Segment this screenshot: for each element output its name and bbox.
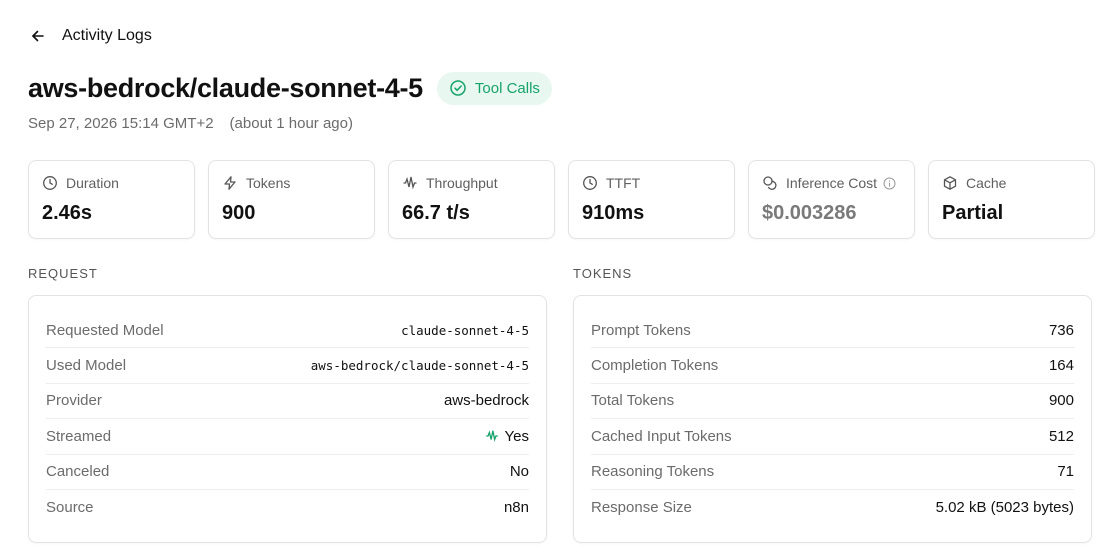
request-row-provider: Provider aws-bedrock [46, 384, 529, 420]
tokens-section-label: TOKENS [573, 266, 633, 281]
stats-row: Duration 2.46s Tokens 900 Throughput 66.… [28, 160, 1095, 239]
row-value: 164 [1048, 357, 1074, 375]
row-label: Streamed [46, 427, 112, 445]
tokens-row-completion: Completion Tokens 164 [591, 348, 1074, 384]
row-label: Source [46, 499, 94, 517]
tokens-row-reasoning: Reasoning Tokens 71 [591, 455, 1074, 490]
request-row-source: Source n8n [46, 490, 529, 525]
stat-value: 2.46s [42, 202, 93, 224]
row-label: Cached Input Tokens [591, 427, 732, 445]
stat-value: 66.7 t/s [402, 202, 470, 224]
info-icon[interactable] [883, 177, 896, 190]
stat-label: Cache [966, 175, 1007, 191]
stat-value: $0.003286 [762, 202, 857, 224]
audio-waveform-icon [485, 430, 498, 443]
row-label: Prompt Tokens [591, 321, 691, 339]
stat-value: 900 [222, 202, 256, 224]
stat-value: Partial [942, 202, 1004, 224]
stat-card-duration: Duration 2.46s [28, 160, 195, 239]
clock-icon [582, 175, 598, 191]
check-circle-icon [449, 79, 467, 97]
row-value: No [509, 463, 529, 481]
stat-label: Inference Cost [786, 175, 878, 191]
stat-card-inference-cost: Inference Cost $0.003286 [748, 160, 915, 239]
request-row-canceled: Canceled No [46, 455, 529, 490]
tokens-panel: Prompt Tokens 736 Completion Tokens 164 … [573, 295, 1092, 543]
tokens-row-cached-input: Cached Input Tokens 512 [591, 419, 1074, 455]
tokens-row-total: Total Tokens 900 [591, 384, 1074, 420]
row-label: Reasoning Tokens [591, 463, 715, 481]
row-label: Total Tokens [591, 392, 675, 410]
back-button[interactable] [28, 26, 48, 46]
coins-icon [762, 175, 778, 191]
tool-calls-badge: Tool Calls [436, 71, 552, 105]
row-label: Completion Tokens [591, 357, 719, 375]
stat-value: 910ms [582, 202, 645, 224]
tokens-row-prompt: Prompt Tokens 736 [591, 313, 1074, 349]
stat-label: Tokens [246, 175, 291, 191]
audio-waveform-icon [402, 175, 418, 191]
arrow-left-icon [32, 30, 44, 42]
row-value: aws-bedrock/claude-sonnet-4-5 [310, 358, 529, 374]
request-row-requested-model: Requested Model claude-sonnet-4-5 [46, 313, 529, 349]
row-value: n8n [503, 499, 529, 517]
row-label: Requested Model [46, 321, 164, 339]
page-title: aws-bedrock/claude-sonnet-4-5 [28, 72, 423, 103]
tokens-row-response-size: Response Size 5.02 kB (5023 bytes) [591, 490, 1074, 525]
row-value-wrap: Yes [485, 428, 529, 445]
box-icon [942, 175, 958, 191]
lightning-icon [222, 175, 238, 191]
top-bar: Activity Logs [28, 24, 152, 48]
clock-icon [42, 175, 58, 191]
request-section-label: REQUEST [28, 266, 98, 281]
stat-card-ttft: TTFT 910ms [568, 160, 735, 239]
title-row: aws-bedrock/claude-sonnet-4-5 Tool Calls [28, 70, 552, 106]
row-value: 71 [1057, 463, 1074, 481]
row-value: 900 [1048, 392, 1074, 410]
request-row-streamed: Streamed Yes [46, 419, 529, 455]
timestamp-date: Sep 27, 2026 15:14 GMT+2 [28, 115, 214, 132]
timestamp-relative: (about 1 hour ago) [229, 115, 353, 132]
row-label: Canceled [46, 463, 110, 481]
stat-label: Duration [66, 175, 119, 191]
stat-label: TTFT [606, 175, 641, 191]
row-value: aws-bedrock [443, 392, 529, 410]
row-value: claude-sonnet-4-5 [401, 322, 529, 338]
stat-card-throughput: Throughput 66.7 t/s [388, 160, 555, 239]
row-label: Provider [46, 392, 102, 410]
stat-card-tokens: Tokens 900 [208, 160, 375, 239]
timestamp: Sep 27, 2026 15:14 GMT+2 (about 1 hour a… [28, 115, 353, 132]
stat-label: Throughput [426, 175, 498, 191]
row-label: Used Model [46, 357, 127, 375]
stat-card-cache: Cache Partial [928, 160, 1095, 239]
row-value: 5.02 kB (5023 bytes) [935, 499, 1074, 517]
request-panel: Requested Model claude-sonnet-4-5 Used M… [28, 295, 547, 543]
row-value: Yes [504, 427, 529, 445]
badge-label: Tool Calls [474, 79, 540, 97]
row-value: 736 [1048, 321, 1074, 339]
row-value: 512 [1048, 427, 1074, 445]
request-row-used-model: Used Model aws-bedrock/claude-sonnet-4-5 [46, 348, 529, 384]
back-link-label[interactable]: Activity Logs [62, 27, 152, 45]
row-label: Response Size [591, 499, 692, 517]
